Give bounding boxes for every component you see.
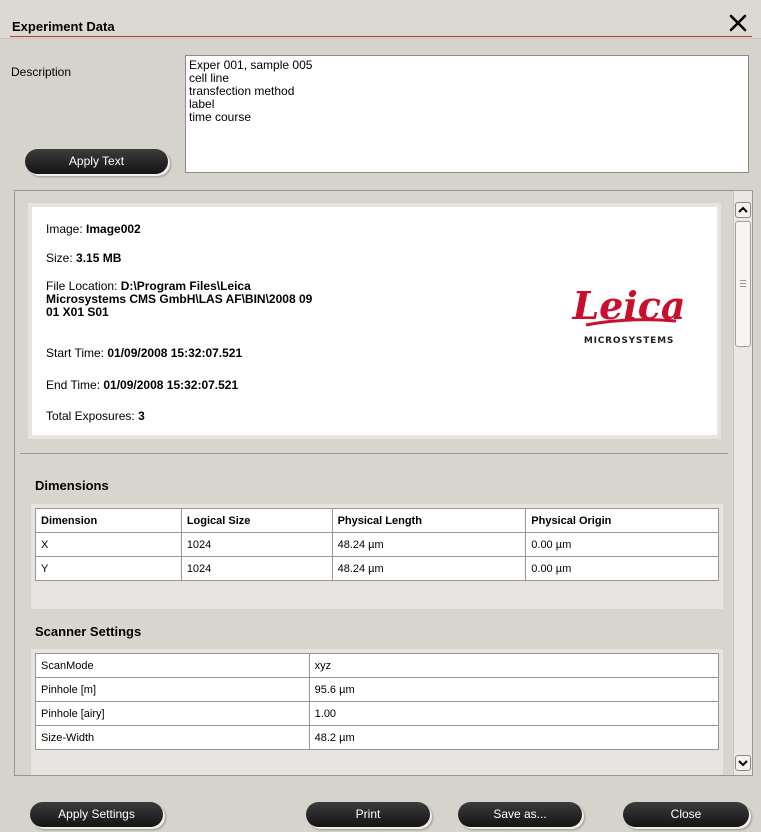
table-cell: X	[35, 532, 182, 557]
end-time-row: End Time: 01/09/2008 15:32:07.521	[46, 378, 239, 392]
setting-name: Size-Width	[35, 725, 310, 750]
column-header: Dimension	[35, 508, 182, 533]
dimensions-heading: Dimensions	[35, 478, 109, 493]
table-row: X 1024 48.24 µm 0.00 µm	[35, 532, 719, 557]
table-cell: 0.00 µm	[525, 556, 719, 581]
scanner-settings-heading: Scanner Settings	[35, 624, 142, 639]
title-bar: Experiment Data	[0, 0, 761, 39]
exposures-row: Total Exposures: 3	[46, 409, 145, 423]
size-value: 3.15 MB	[76, 251, 122, 265]
start-time-value: 01/09/2008 15:32:07.521	[107, 346, 243, 360]
close-icon[interactable]	[727, 12, 749, 34]
setting-value: 95.6 µm	[308, 677, 720, 702]
leica-logo: Leica MICROSYSTEMS	[571, 283, 685, 346]
scroll-down-button[interactable]	[735, 755, 751, 771]
report-content: Image: Image002 Size: 3.15 MB File Locat…	[15, 191, 733, 775]
title-divider	[10, 36, 752, 37]
image-name: Image002	[86, 222, 141, 236]
start-time-row: Start Time: 01/09/2008 15:32:07.521	[46, 346, 243, 360]
vertical-scrollbar[interactable]	[733, 191, 752, 775]
table-row: ScanMode xyz	[35, 653, 720, 678]
table-row: Size-Width 48.2 µm	[35, 725, 720, 750]
image-row: Image: Image002	[46, 222, 141, 236]
chevron-down-icon	[738, 760, 748, 767]
logo-subtitle: MICROSYSTEMS	[584, 336, 674, 346]
save-as-button[interactable]: Save as...	[458, 802, 582, 827]
scroll-up-button[interactable]	[735, 202, 751, 218]
column-header: Physical Origin	[525, 508, 719, 533]
file-location-row: File Location: D:\Program Files\Leica Mi…	[46, 279, 313, 319]
setting-value: 48.2 µm	[308, 725, 720, 750]
scanner-settings-table: ScanMode xyz Pinhole [m] 95.6 µm Pinhole…	[35, 653, 720, 750]
setting-value: xyz	[308, 653, 720, 678]
description-textarea[interactable]: Exper 001, sample 005 cell line transfec…	[185, 55, 749, 173]
table-cell: 48.24 µm	[331, 532, 527, 557]
setting-value: 1.00	[308, 701, 720, 726]
report-pane[interactable]: Image: Image002 Size: 3.15 MB File Locat…	[14, 190, 753, 776]
table-cell: 48.24 µm	[331, 556, 527, 581]
close-button[interactable]: Close	[623, 802, 749, 827]
scanner-table-frame: ScanMode xyz Pinhole [m] 95.6 µm Pinhole…	[31, 649, 723, 775]
description-label: Description	[11, 65, 72, 79]
table-cell: 1024	[180, 556, 333, 581]
image-info-card: Image: Image002 Size: 3.15 MB File Locat…	[28, 203, 721, 439]
window-title: Experiment Data	[12, 19, 115, 34]
table-header-row: Dimension Logical Size Physical Length P…	[35, 508, 719, 533]
apply-settings-button[interactable]: Apply Settings	[30, 802, 163, 827]
table-row: Pinhole [airy] 1.00	[35, 701, 720, 726]
end-time-value: 01/09/2008 15:32:07.521	[103, 378, 239, 392]
dimensions-table: Dimension Logical Size Physical Length P…	[35, 508, 719, 581]
scroll-thumb[interactable]	[735, 221, 751, 347]
column-header: Physical Length	[331, 508, 527, 533]
table-cell: 0.00 µm	[525, 532, 719, 557]
section-divider	[20, 453, 728, 454]
print-button[interactable]: Print	[306, 802, 430, 827]
chevron-up-icon	[738, 206, 748, 213]
dimensions-table-frame: Dimension Logical Size Physical Length P…	[31, 504, 723, 609]
apply-text-button[interactable]: Apply Text	[25, 149, 168, 174]
table-cell: 1024	[180, 532, 333, 557]
column-header: Logical Size	[180, 508, 333, 533]
size-row: Size: 3.15 MB	[46, 251, 122, 265]
table-row: Pinhole [m] 95.6 µm	[35, 677, 720, 702]
exposures-value: 3	[138, 409, 145, 423]
setting-name: Pinhole [m]	[35, 677, 310, 702]
setting-name: ScanMode	[35, 653, 310, 678]
table-cell: Y	[35, 556, 182, 581]
table-row: Y 1024 48.24 µm 0.00 µm	[35, 556, 719, 581]
setting-name: Pinhole [airy]	[35, 701, 310, 726]
